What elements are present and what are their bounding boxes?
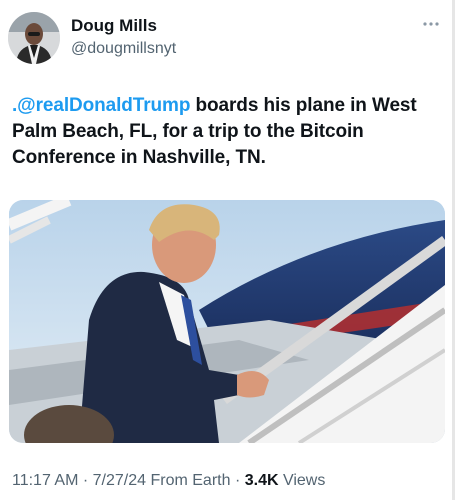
avatar[interactable] [8,12,60,64]
views-label: Views [282,472,326,489]
meta-separator: · [78,472,93,489]
meta-separator: · [230,472,245,489]
photo-illustration [9,200,445,443]
tweet-meta: 11:17 AM · 7/27/24 From Earth · 3.4K Vie… [12,471,325,491]
tweet-photo[interactable] [9,200,445,443]
avatar-photo [8,12,60,64]
tweet-time[interactable]: 11:17 AM [12,472,78,489]
tweet-text: .@realDonaldTrump boards his plane in We… [12,93,448,171]
tweet-header: Doug Mills @dougmillsnyt [0,0,455,80]
views-count[interactable]: 3.4K [245,472,279,489]
more-horizontal-icon[interactable] [421,18,441,30]
author-handle[interactable]: @dougmillsnyt [71,39,176,59]
author-display-name[interactable]: Doug Mills [71,15,176,37]
mention-link[interactable]: .@realDonaldTrump [12,95,190,116]
tweet-source: From Earth [150,472,231,489]
tweet-date[interactable]: 7/27/24 [93,472,146,489]
